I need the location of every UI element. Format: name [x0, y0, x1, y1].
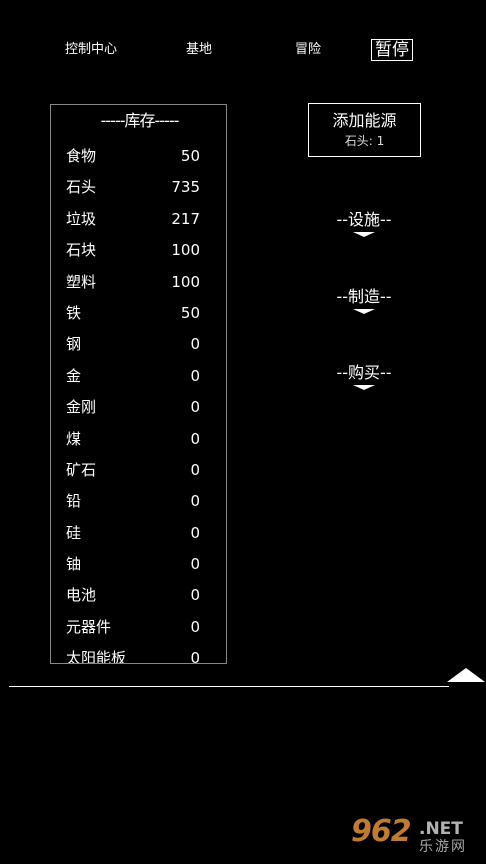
item-qty: 0 [190, 523, 200, 542]
site-watermark: 962 .NET 乐游网 [347, 815, 481, 859]
inventory-row: 塑料 100 [51, 267, 226, 298]
inventory-list: 食物 50 石头 735 垃圾 217 石块 100 塑料 100 铁 50 钢0 金0 金… [51, 141, 226, 664]
inventory-row: 石头 735 [51, 172, 226, 203]
chevron-down-icon [353, 309, 375, 314]
top-nav: 控制中心 基地 冒险 暂停 [0, 38, 486, 62]
inventory-row: 太阳能板 0 [51, 643, 226, 664]
item-name: 垃圾 [66, 209, 97, 228]
item-name: 铅 [66, 492, 82, 511]
item-qty: 0 [190, 617, 200, 636]
item-name: 食物 [66, 147, 97, 165]
item-qty: 735 [171, 178, 200, 197]
item-qty: 0 [190, 555, 200, 574]
crafting-label: --制造-- [336, 287, 392, 306]
inventory-row: 铁 50 [51, 298, 226, 329]
watermark-domain: .NET [419, 819, 463, 839]
item-name: 金 [66, 366, 82, 385]
item-qty: 0 [190, 366, 200, 385]
item-name: 石头 [66, 178, 97, 197]
item-qty: 0 [190, 335, 200, 354]
item-qty: 50 [180, 303, 200, 322]
item-name: 电池 [66, 586, 97, 605]
inventory-row: 铅0 [51, 486, 226, 517]
add-energy-label: 添加能源 [332, 111, 397, 130]
chevron-down-icon [353, 232, 375, 237]
inventory-row: 石块 100 [51, 235, 226, 266]
item-qty: 0 [190, 586, 200, 605]
item-qty: 100 [171, 272, 200, 291]
watermark-site: 乐游网 [419, 839, 467, 855]
nav-control-center[interactable]: 控制中心 [65, 38, 117, 62]
item-name: 铁 [66, 303, 82, 322]
inventory-row: 食物 50 [51, 141, 226, 172]
inventory-row: 矿石 0 [51, 455, 226, 486]
inventory-row: 金刚 0 [51, 392, 226, 423]
nav-base[interactable]: 基地 [186, 38, 212, 62]
item-qty: 50 [180, 147, 200, 165]
inventory-title: -----库存----- [100, 111, 180, 130]
item-qty: 0 [190, 649, 200, 664]
inventory-row: 金0 [51, 361, 226, 392]
inventory-row: 垃圾 217 [51, 204, 226, 235]
item-name: 铀 [66, 555, 82, 574]
item-name: 石块 [66, 241, 97, 260]
inventory-row: 钢0 [51, 329, 226, 360]
log-divider [9, 686, 449, 687]
item-name: 矿石 [66, 460, 97, 479]
add-energy-cost: 石头: 1 [344, 134, 385, 148]
purchase-section-toggle[interactable]: --购买-- [300, 363, 428, 390]
item-qty: 0 [190, 398, 200, 417]
inventory-row: 电池 0 [51, 580, 226, 611]
inventory-row: 硅0 [51, 518, 226, 549]
item-qty: 0 [190, 492, 200, 511]
item-qty: 0 [190, 429, 200, 448]
watermark-number: 962 [351, 814, 412, 849]
inventory-row: 铀0 [51, 549, 226, 580]
chevron-down-icon [353, 385, 375, 390]
facilities-label: --设施-- [336, 210, 392, 229]
add-energy-button[interactable]: 添加能源 石头: 1 [308, 103, 421, 157]
purchase-label: --购买-- [336, 363, 392, 382]
item-name: 钢 [66, 335, 82, 354]
item-name: 煤 [66, 429, 82, 448]
pause-button[interactable]: 暂停 [371, 39, 413, 61]
inventory-row: 元器件 0 [51, 612, 226, 643]
item-name: 硅 [66, 523, 82, 542]
item-name: 太阳能板 [66, 649, 127, 664]
item-name: 塑料 [66, 272, 97, 291]
crafting-section-toggle[interactable]: --制造-- [300, 287, 428, 314]
nav-adventure[interactable]: 冒险 [295, 38, 321, 62]
facilities-section-toggle[interactable]: --设施-- [300, 210, 428, 237]
item-name: 元器件 [66, 617, 112, 636]
inventory-panel[interactable]: -----库存----- 食物 50 石头 735 垃圾 217 石块 100 塑料 10… [50, 104, 227, 664]
item-qty: 100 [171, 241, 200, 260]
item-name: 金刚 [66, 398, 97, 417]
inventory-row: 煤0 [51, 424, 226, 455]
chevron-up-icon[interactable] [447, 668, 485, 682]
item-qty: 0 [190, 460, 200, 479]
item-qty: 217 [171, 209, 200, 228]
